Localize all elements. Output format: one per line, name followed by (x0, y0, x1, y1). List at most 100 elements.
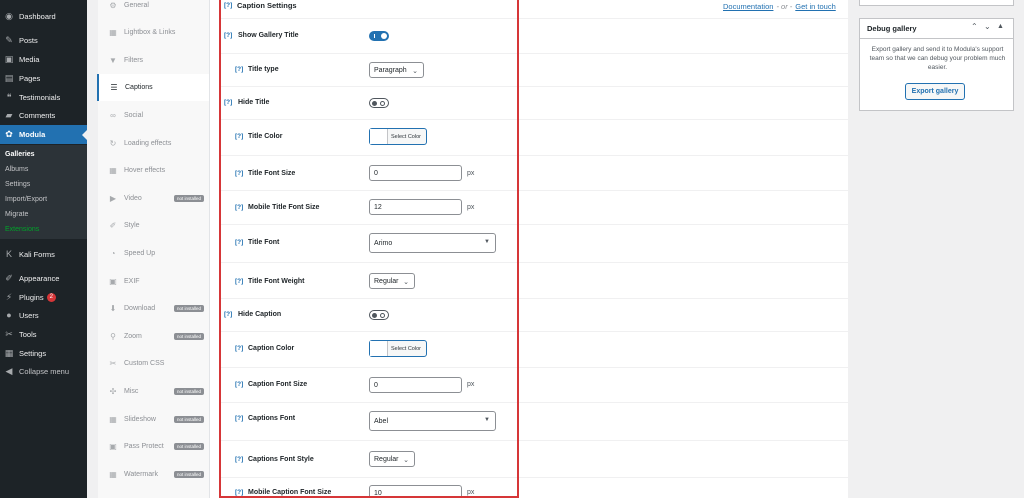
tab-style[interactable]: ✐ Style (98, 212, 210, 239)
menu-plugins[interactable]: ⚡ Plugins 2 (0, 288, 87, 307)
menu-label: Comments (19, 111, 56, 120)
sidebar-meta-box-top (859, 0, 1014, 6)
video-icon: ▶ (109, 194, 117, 203)
tab-lightbox-links[interactable]: ▦ Lightbox & Links (98, 19, 210, 46)
tab-download[interactable]: ⬇ Download not installed (98, 295, 210, 322)
settings-icon: ▦ (4, 348, 14, 358)
tab-pass-protect[interactable]: ▣ Pass Protect not installed (98, 433, 210, 460)
menu-label: Settings (19, 349, 47, 358)
zoom-icon: ⚲ (110, 332, 116, 341)
export-gallery-button[interactable]: Export gallery (905, 83, 965, 100)
menu-posts[interactable]: ✎ Posts (0, 31, 87, 50)
menu-settings[interactable]: ▦ Settings (0, 344, 87, 363)
tab-general[interactable]: ⚙ General (98, 0, 210, 19)
tab-label: Loading effects (124, 140, 172, 147)
misc-icon: ✣ (109, 387, 117, 396)
not-installed-badge: not installed (173, 195, 204, 202)
tab-social[interactable]: ∞ Social (98, 102, 210, 129)
gear-icon: ✿ (5, 129, 13, 139)
submenu-galleries[interactable]: Galleries (5, 151, 35, 158)
tab-zoom[interactable]: ⚲ Zoom not installed (98, 323, 210, 350)
tab-label: Video (124, 195, 142, 202)
tab-filters[interactable]: ▼ Filters (98, 47, 210, 74)
debug-description: Export gallery and send it to Modula's s… (869, 46, 1006, 71)
tab-captions[interactable]: ☰ Captions (97, 74, 209, 101)
tab-label: Download (124, 305, 156, 312)
tab-label: Slideshow (124, 416, 156, 423)
chevron-down-icon[interactable]: ⌄ (984, 22, 991, 31)
menu-testimonials[interactable]: ❝ Testimonials (0, 88, 87, 107)
pin-icon: ✎ (5, 35, 13, 45)
menu-label: Kali Forms (19, 250, 55, 259)
settings-tabs: ⚙ General ▦ Lightbox & Links ▼ Filters ☰ Cap… (97, 0, 210, 498)
tab-speed-up[interactable]: ◔ Speed Up (98, 240, 210, 267)
tab-label: Style (124, 222, 140, 229)
collapse-toggle-icon[interactable]: ▲ (997, 23, 1004, 30)
not-installed-badge: not installed (173, 305, 204, 312)
grid-icon: ▦ (109, 166, 117, 175)
menu-appearance[interactable]: ✐ Appearance (0, 269, 87, 288)
tab-label: Hover effects (124, 167, 166, 174)
tab-hover-effects[interactable]: ▦ Hover effects (98, 157, 210, 184)
plug-icon: ⚡ (5, 292, 13, 302)
menu-collapse[interactable]: ◀ Collapse menu (0, 362, 87, 381)
menu-users[interactable]: ● Users (0, 306, 87, 325)
submenu-import-export[interactable]: Import/Export (5, 196, 47, 203)
comments-icon: ▰ (5, 110, 13, 120)
menu-label: Posts (19, 36, 38, 45)
tab-label: Custom CSS (124, 360, 165, 367)
admin-menu: ◉ Dashboard ✎ Posts ▣ Media ▤ Pages ❝ Testimo… (0, 0, 87, 498)
tab-label: Watermark (124, 471, 158, 478)
menu-label: Tools (19, 330, 37, 339)
tab-misc[interactable]: ✣ Misc not installed (98, 378, 210, 405)
documentation-link[interactable]: Documentation (723, 2, 773, 11)
filter-icon: ▼ (109, 56, 117, 65)
submenu-albums[interactable]: Albums (5, 166, 28, 173)
submenu-extensions[interactable]: Extensions (5, 226, 39, 233)
tab-loading-effects[interactable]: ↻ Loading effects (98, 130, 210, 157)
camera-icon: ▣ (109, 277, 117, 286)
menu-label: Testimonials (19, 93, 61, 102)
chevron-up-icon[interactable]: ⌃ (971, 22, 978, 31)
menu-comments[interactable]: ▰ Comments (0, 106, 87, 125)
tab-exif[interactable]: ▣ EXIF (98, 268, 210, 295)
menu-pages[interactable]: ▤ Pages (0, 69, 87, 88)
tab-custom-css[interactable]: ✂ Custom CSS (98, 350, 210, 377)
collapse-icon: ◀ (5, 366, 13, 376)
tab-label: Zoom (124, 333, 142, 340)
tab-video[interactable]: ▶ Video not installed (98, 185, 210, 212)
tab-label: Pass Protect (124, 443, 164, 450)
text-align-icon: ☰ (110, 83, 118, 92)
refresh-icon: ↻ (109, 139, 117, 148)
not-installed-badge: not installed (173, 443, 204, 450)
get-in-touch-link[interactable]: Get in touch (795, 2, 835, 11)
tab-watermark[interactable]: ▦ Watermark not installed (98, 461, 210, 488)
tab-slideshow[interactable]: ▦ Slideshow not installed (98, 406, 210, 433)
divider (860, 38, 1013, 39)
submenu-settings[interactable]: Settings (5, 181, 30, 188)
not-installed-badge: not installed (173, 333, 204, 340)
or-separator: - or - (776, 2, 793, 11)
k-icon: K (5, 249, 12, 259)
download-icon: ⬇ (109, 304, 117, 313)
menu-label: Collapse menu (19, 367, 70, 376)
submenu-migrate[interactable]: Migrate (5, 211, 28, 218)
wrench-icon: ✂ (109, 359, 117, 368)
dashboard-icon: ◉ (5, 11, 13, 21)
image-icon: ▦ (109, 470, 117, 479)
debug-gallery-title: Debug gallery (867, 24, 917, 33)
tab-label: Filters (124, 57, 144, 64)
debug-gallery-box: Debug gallery ⌃ ⌄ ▲ Export gallery and s… (859, 18, 1014, 111)
tab-label: Social (124, 112, 144, 119)
menu-kali-forms[interactable]: K Kali Forms (0, 245, 87, 264)
gear-icon: ⚙ (109, 1, 117, 10)
menu-tools[interactable]: ✂ Tools (0, 325, 87, 344)
not-installed-badge: not installed (173, 416, 204, 423)
not-installed-badge: not installed (173, 471, 204, 478)
slideshow-icon: ▦ (109, 415, 117, 424)
wrench-icon: ✂ (5, 329, 13, 339)
menu-modula[interactable]: ✿ Modula (0, 125, 87, 144)
menu-dashboard[interactable]: ◉ Dashboard (0, 7, 87, 26)
menu-media[interactable]: ▣ Media (0, 50, 87, 69)
not-installed-badge: not installed (173, 388, 204, 395)
